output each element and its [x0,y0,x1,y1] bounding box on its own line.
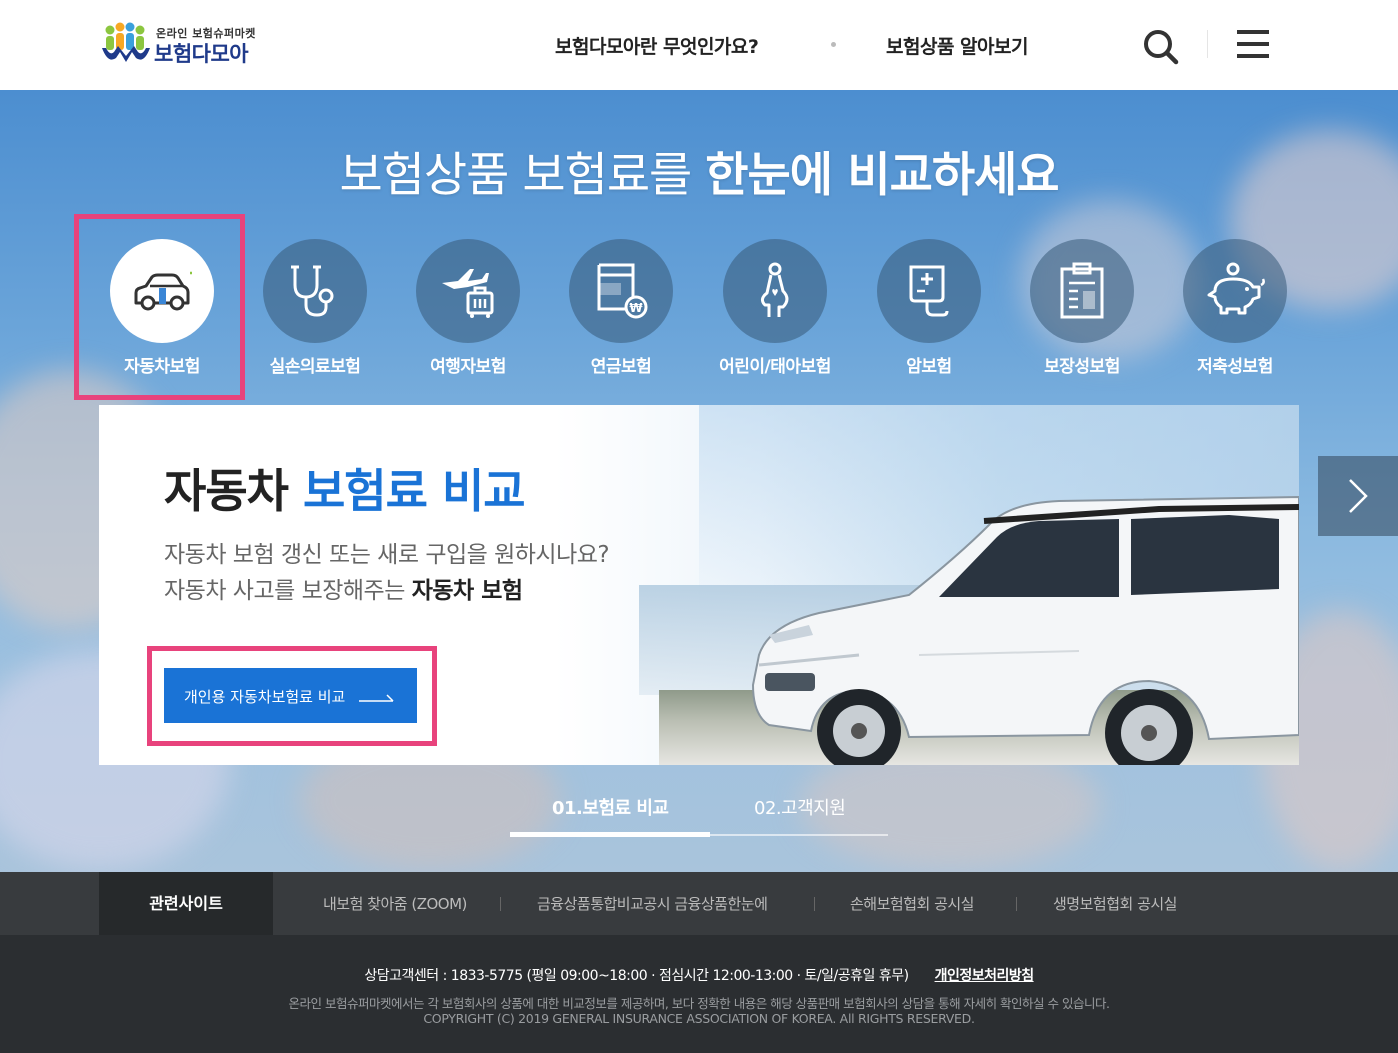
stethoscope-icon [291,265,334,317]
menu-button[interactable] [1234,26,1272,62]
suv-car-image [751,495,1299,765]
related-link-knia[interactable]: 손해보험협회 공시실 [850,893,974,914]
active-category-highlight [74,214,245,400]
category-circle: ₩ [569,239,673,343]
category-circle [723,239,827,343]
next-slide-button[interactable] [1318,456,1398,536]
category-label: 암보험 [906,357,952,377]
category-medical-insurance[interactable]: 실손의료보험 [250,239,380,389]
medical-iv-icon [909,265,949,317]
category-savings-insurance[interactable]: 저축성보험 [1170,239,1300,389]
privacy-policy-link[interactable]: 개인정보처리방침 [935,968,1035,984]
chevron-right-icon [1349,479,1368,513]
airplane-luggage-icon [442,269,494,318]
hamburger-line [1237,42,1269,46]
section-tabs: 01.보험료 비교 02.고객지원 [510,790,888,837]
header-divider [1207,30,1208,58]
search-button[interactable] [1140,26,1180,66]
related-link-zoom[interactable]: 내보험 찾아줌 (ZOOM) [323,893,467,914]
pension-document-icon: ₩ [597,263,648,319]
related-separator [814,897,815,911]
cta-highlight [147,646,437,746]
category-child-insurance[interactable]: 어린이/태아보험 [710,239,840,389]
category-circle [263,239,367,343]
search-icon [1144,30,1179,65]
nav-about[interactable]: 보험다모아란 무엇인가요? [555,32,759,59]
category-label: 실손의료보험 [269,357,361,377]
panel-title: 자동차 보험료 비교 [164,455,526,521]
footer-copyright: COPYRIGHT (C) 2019 GENERAL INSURANCE ASS… [423,1011,975,1026]
hero-title-bold: 한눈에 비교하세요 [705,148,1059,203]
category-pension-insurance[interactable]: ₩ 연금보험 [556,239,686,389]
panel-subtitle-2: 자동차 사고를 보장해주는 자동차 보험 [164,571,523,605]
tab-customer-support[interactable]: 02.고객지원 [754,794,846,820]
logo-people-icon [102,22,150,62]
category-label: 어린이/태아보험 [719,357,831,377]
category-travel-insurance[interactable]: 여행자보험 [403,239,533,389]
category-protection-insurance[interactable]: 보장성보험 [1017,239,1147,389]
tab-premium-compare[interactable]: 01.보험료 비교 [552,794,669,820]
footer-contact: 상담고객센터 : 1833-5775 (평일 09:00~18:00 · 점심시… [364,968,909,984]
hero: 보험상품 보험료를 한눈에 비교하세요 자동차보험 실손의료보험 여행자보험 ₩… [0,90,1398,872]
category-cancer-insurance[interactable]: 암보험 [864,239,994,389]
clipboard-icon [1060,262,1104,319]
hero-title-light: 보험상품 보험료를 [339,148,706,203]
footer: 상담고객센터 : 1833-5775 (평일 09:00~18:00 · 점심시… [0,935,1398,1053]
active-tab-indicator [510,832,710,837]
related-separator [1016,897,1017,911]
hamburger-line [1237,54,1269,58]
category-label: 보장성보험 [1044,357,1120,377]
nav-separator [831,42,836,47]
logo[interactable]: 온라인 보험슈퍼마켓 보험다모아 [100,20,275,68]
panel-subtitle-2-bold: 자동차 보험 [411,578,523,604]
panel-title-dark: 자동차 [164,464,303,518]
panel-subtitle-2-prefix: 자동차 사고를 보장해주는 [164,578,412,604]
category-circle [877,239,981,343]
hamburger-icon [1237,30,1269,34]
category-label: 저축성보험 [1197,357,1273,377]
panel-title-accent: 보험료 비교 [302,464,526,518]
category-label: 여행자보험 [430,357,506,377]
header: 온라인 보험슈퍼마켓 보험다모아 보험다모아란 무엇인가요? 보험상품 알아보기 [0,0,1398,90]
footer-contact-line: 상담고객센터 : 1833-5775 (평일 09:00~18:00 · 점심시… [0,965,1398,985]
related-link-fine[interactable]: 금융상품통합비교공시 금융상품한눈에 [537,893,768,914]
category-circle [1030,239,1134,343]
nav-products[interactable]: 보험상품 알아보기 [886,32,1028,59]
category-circle [416,239,520,343]
pregnant-woman-icon [760,262,789,317]
related-separator [500,897,501,911]
related-sites-heading: 관련사이트 [99,872,273,935]
category-label: 연금보험 [590,357,652,377]
logo-title: 보험다모아 [154,42,249,66]
panel-subtitle-1: 자동차 보험 갱신 또는 새로 구입을 원하시나요? [164,542,610,568]
footer-notice: 온라인 보험슈퍼마켓에서는 각 보험회사의 상품에 대한 비교정보를 제공하며,… [288,996,1110,1011]
related-sites-bar: 관련사이트 내보험 찾아줌 (ZOOM) 금융상품통합비교공시 금융상품한눈에 … [0,872,1398,935]
related-link-klia[interactable]: 생명보험협회 공시실 [1053,893,1177,914]
svg-text:₩: ₩ [629,301,643,315]
piggy-bank-icon [1207,262,1265,315]
category-circle [1183,239,1287,343]
hero-title: 보험상품 보험료를 한눈에 비교하세요 [0,136,1398,205]
